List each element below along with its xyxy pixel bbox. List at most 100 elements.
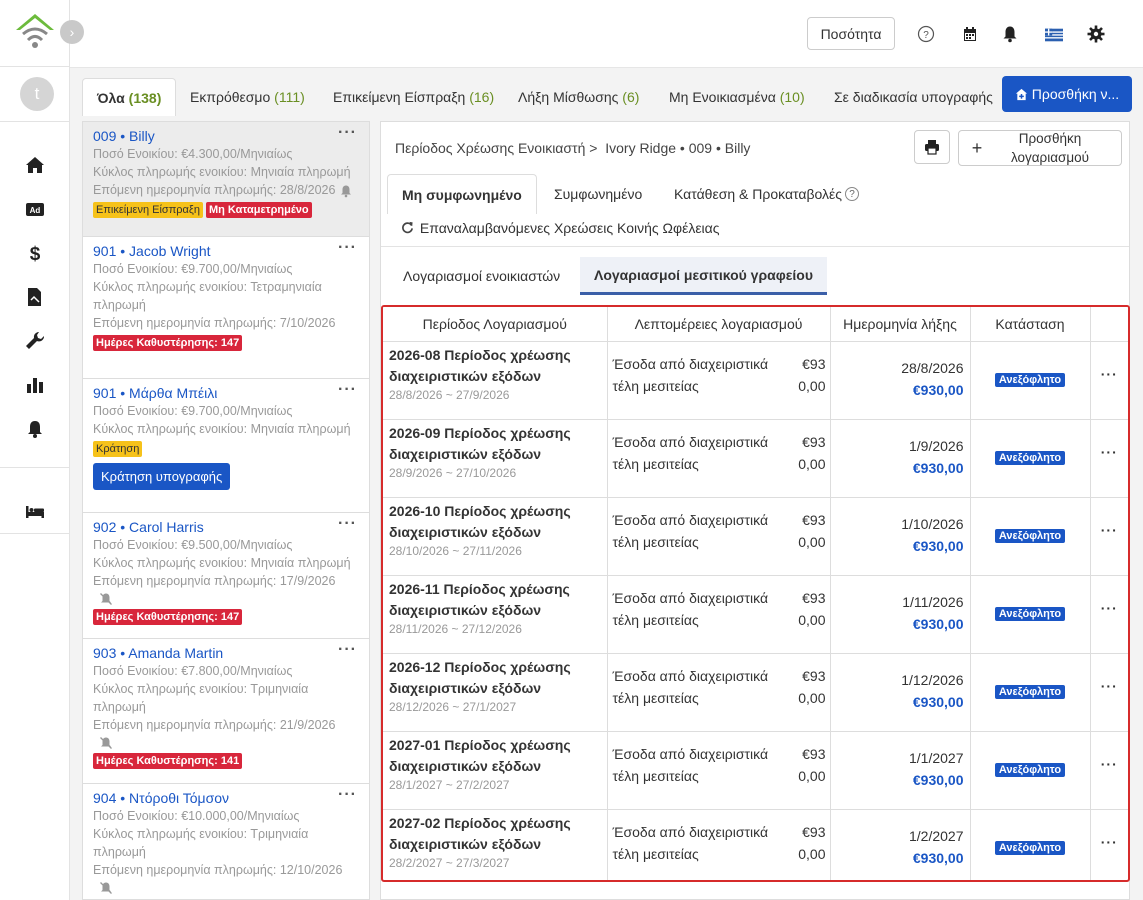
tenant-name[interactable]: 901 • Jacob Wright xyxy=(93,242,359,260)
table-row[interactable]: 2026-12 Περίοδος χρέωσης διαχειριστικών … xyxy=(383,653,1129,732)
tab-all[interactable]: Όλα (138) xyxy=(82,78,177,116)
tab-upcoming-collection[interactable]: Επικείμενη Είσπραξη (16) xyxy=(333,78,494,116)
tenant-card[interactable]: 009 • Billy ··· Ποσό Ενοικίου: €4.300,00… xyxy=(83,122,369,237)
next-payment-date: Επόμενη ημερομηνία πληρωμής: 7/10/2026 xyxy=(93,316,336,330)
svg-text:$: $ xyxy=(30,244,41,263)
table-row[interactable]: 2027-01 Περίοδος χρέωσης διαχειριστικών … xyxy=(383,731,1129,810)
bell-icon[interactable] xyxy=(23,417,47,441)
table-row[interactable]: 2026-10 Περίοδος χρέωσης διαχειριστικών … xyxy=(383,497,1129,576)
logo-icon[interactable] xyxy=(14,12,56,52)
tenant-card[interactable]: 901 • Μάρθα Μπέιλι ··· Ποσό Ενοικίου: €9… xyxy=(83,379,369,513)
tenant-card[interactable]: 903 • Amanda Martin ··· Ποσό Ενοικίου: €… xyxy=(83,639,369,784)
detail-paid: 0,00 xyxy=(798,767,826,784)
reserve-signature-button[interactable]: Κράτηση υπογραφής xyxy=(93,463,231,490)
period-title[interactable]: 2027-02 Περίοδος χρέωσης διαχειριστικών … xyxy=(383,810,607,855)
wrench-icon[interactable] xyxy=(23,329,47,353)
add-account-button[interactable]: + Προσθήκη λογαριασμού xyxy=(958,130,1122,166)
period-title[interactable]: 2026-08 Περίοδος χρέωσης διαχειριστικών … xyxy=(383,342,607,387)
tab-reconciled[interactable]: Συμφωνημένο xyxy=(554,174,642,214)
ad-icon[interactable]: Ad xyxy=(23,197,47,221)
due-cell: 1/11/2026 €930,00 xyxy=(830,575,971,654)
status-cell: Ανεξόφλητο xyxy=(970,419,1091,498)
tab-label: Κατάθεση & Προκαταβολές xyxy=(674,186,843,202)
calendar-icon[interactable] xyxy=(960,24,980,44)
tab-signing[interactable]: Σε διαδικασία υπογραφής xyxy=(834,78,1000,116)
more-icon[interactable]: ··· xyxy=(338,381,357,399)
period-title[interactable]: 2027-01 Περίοδος χρέωσης διαχειριστικών … xyxy=(383,732,607,777)
tenant-name[interactable]: 902 • Carol Harris xyxy=(93,518,359,536)
tenant-list: 009 • Billy ··· Ποσό Ενοικίου: €4.300,00… xyxy=(82,121,370,900)
table-row[interactable]: 2027-02 Περίοδος χρέωσης διαχειριστικών … xyxy=(383,809,1129,880)
tab-overdue[interactable]: Εκπρόθεσμο (111) xyxy=(190,78,305,116)
more-icon[interactable]: ··· xyxy=(338,641,357,659)
more-icon[interactable]: ··· xyxy=(1091,420,1129,460)
more-icon[interactable]: ··· xyxy=(338,515,357,533)
column-header: Περίοδος Λογαριασμού xyxy=(383,307,608,342)
table-row[interactable]: 2026-11 Περίοδος χρέωσης διαχειριστικών … xyxy=(383,575,1129,654)
due-date: 1/10/2026 xyxy=(901,515,964,532)
breadcrumb-item[interactable]: Περίοδος Χρέωσης Ενοικιαστή xyxy=(395,140,585,156)
more-icon[interactable]: ··· xyxy=(1091,732,1129,772)
home-icon[interactable] xyxy=(23,153,47,177)
bed-icon[interactable] xyxy=(23,499,47,523)
period-title[interactable]: 2026-10 Περίοδος χρέωσης διαχειριστικών … xyxy=(383,498,607,543)
tab-agency-accounts[interactable]: Λογαριασμοί μεσιτικού γραφείου xyxy=(580,257,827,295)
quantity-button[interactable]: Ποσότητα xyxy=(807,17,895,50)
detail-amount: €93 xyxy=(802,745,826,762)
period-title[interactable]: 2026-12 Περίοδος χρέωσης διαχειριστικών … xyxy=(383,654,607,699)
dollar-icon[interactable]: $ xyxy=(23,241,47,265)
actions-cell: ··· xyxy=(1090,341,1129,420)
more-icon[interactable]: ··· xyxy=(1091,576,1129,616)
more-icon[interactable]: ··· xyxy=(338,786,357,804)
table-row[interactable]: 2026-08 Περίοδος χρέωσης διαχειριστικών … xyxy=(383,341,1129,420)
detail-cell: Έσοδα από διαχειριστικά τέλη μεσιτείας €9… xyxy=(607,419,831,498)
tenant-card[interactable]: 901 • Jacob Wright ··· Ποσό Ενοικίου: €9… xyxy=(83,237,369,379)
tenant-card[interactable]: 902 • Carol Harris ··· Ποσό Ενοικίου: €9… xyxy=(83,513,369,639)
detail-amount: €93 xyxy=(802,433,826,450)
avatar-letter: t xyxy=(34,84,40,103)
more-icon[interactable]: ··· xyxy=(1091,654,1129,694)
more-icon[interactable]: ··· xyxy=(1091,498,1129,538)
tenant-name[interactable]: 903 • Amanda Martin xyxy=(93,644,359,662)
more-icon[interactable]: ··· xyxy=(1091,810,1129,850)
recurring-charges-link[interactable]: Επαναλαμβανόμενες Χρεώσεις Κοινής Ωφέλει… xyxy=(401,220,720,236)
flag-icon[interactable] xyxy=(1044,25,1064,45)
tab-lease-expiry[interactable]: Λήξη Μίσθωσης (6) xyxy=(518,78,639,116)
print-button[interactable] xyxy=(914,130,950,164)
period-title[interactable]: 2026-11 Περίοδος χρέωσης διαχειριστικών … xyxy=(383,576,607,621)
tenant-name[interactable]: 901 • Μάρθα Μπέιλι xyxy=(93,384,359,402)
tenant-card[interactable]: 904 • Ντόροθι Τόμσον ··· Ποσό Ενοικίου: … xyxy=(83,784,369,899)
notification-bell-icon[interactable] xyxy=(1000,24,1020,44)
payment-cycle: Κύκλος πληρωμής ενοικίου: Τριμηνιαία πλη… xyxy=(93,682,309,714)
detail-text: Έσοδα από διαχειριστικά τέλη μεσιτείας xyxy=(612,589,769,628)
tab-tenant-accounts[interactable]: Λογαριασμοί ενοικιαστών xyxy=(389,257,574,295)
tab-deposits[interactable]: Κατάθεση & Προκαταβολές? xyxy=(674,174,860,214)
nav-divider xyxy=(0,121,70,122)
left-nav: t Ad $ xyxy=(0,0,70,900)
unpaid-badge: Ανεξόφλητο xyxy=(994,684,1066,699)
tab-unreconciled[interactable]: Μη συμφωνημένο xyxy=(387,174,537,214)
column-header: Ημερομηνία λήξης xyxy=(830,307,971,342)
due-cell: 1/1/2027 €930,00 xyxy=(830,731,971,810)
detail-text: Έσοδα από διαχειριστικά τέλη μεσιτείας xyxy=(612,433,769,472)
more-icon[interactable]: ··· xyxy=(338,124,357,142)
tenant-name[interactable]: 904 • Ντόροθι Τόμσον xyxy=(93,789,359,807)
help-icon[interactable]: ? xyxy=(916,24,936,44)
more-icon[interactable]: ··· xyxy=(338,239,357,257)
chart-icon[interactable] xyxy=(23,373,47,397)
detail-cell: Έσοδα από διαχειριστικά τέλη μεσιτείας €9… xyxy=(607,809,831,880)
table-row[interactable]: 2026-09 Περίοδος χρέωσης διαχειριστικών … xyxy=(383,419,1129,498)
expand-nav-button[interactable]: › xyxy=(60,20,84,44)
period-title[interactable]: 2026-09 Περίοδος χρέωσης διαχειριστικών … xyxy=(383,420,607,465)
tenant-name[interactable]: 009 • Billy xyxy=(93,127,359,145)
tab-label: Εκπρόθεσμο xyxy=(190,89,271,105)
gear-icon[interactable] xyxy=(1086,24,1106,44)
avatar[interactable]: t xyxy=(20,77,54,111)
more-icon[interactable]: ··· xyxy=(1091,342,1129,382)
contract-icon[interactable] xyxy=(23,285,47,309)
add-property-button[interactable]: Προσθήκη ν... xyxy=(1002,76,1132,112)
total-amount: €930,00 xyxy=(912,771,964,788)
rent-amount: Ποσό Ενοικίου: €9.700,00/Μηνιαίως xyxy=(93,404,293,418)
help-icon[interactable]: ? xyxy=(845,187,860,201)
tab-unrented[interactable]: Μη Ενοικιασμένα (10) xyxy=(669,78,805,116)
